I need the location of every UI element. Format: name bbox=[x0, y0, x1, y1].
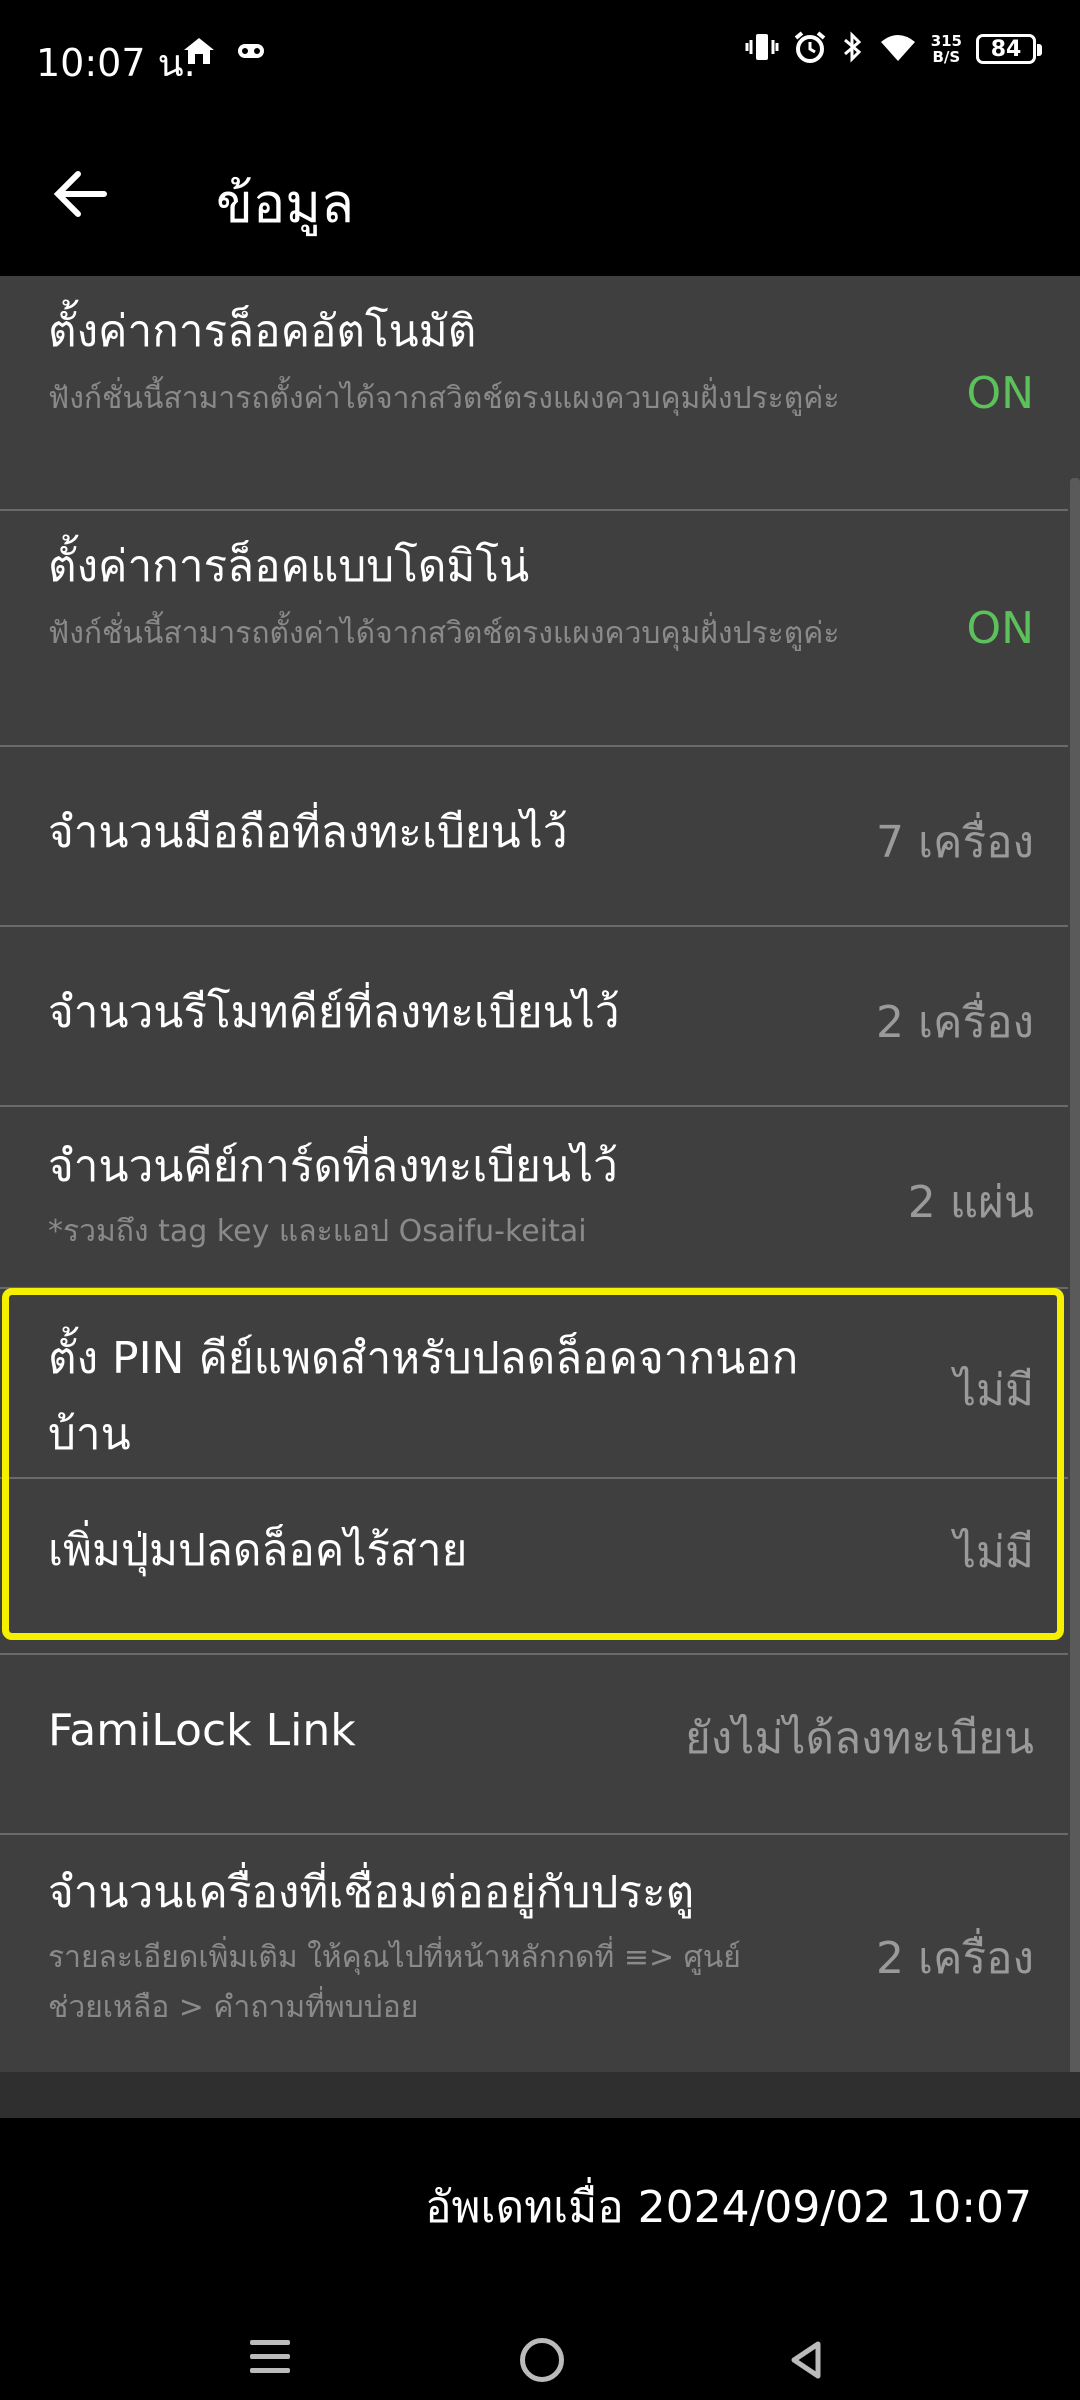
row-title: จำนวนเครื่องที่เชื่อมต่ออยู่กับประตู bbox=[48, 1867, 695, 1918]
row-title: ตั้งค่าการล็อคแบบโดมิโน่ bbox=[48, 541, 530, 592]
nav-back-icon[interactable] bbox=[786, 2340, 826, 2384]
last-updated-text: อัพเดทเมื่อ 2024/09/02 10:07 bbox=[425, 2182, 1032, 2233]
alarm-icon bbox=[793, 30, 827, 68]
battery-level: 84 bbox=[990, 36, 1022, 62]
info-list: ตั้งค่าการล็อคอัตโนมัติ ฟังก์ชั่นนี้สามา… bbox=[0, 276, 1080, 2118]
game-controller-icon bbox=[236, 36, 266, 70]
footer: อัพเดทเมื่อ 2024/09/02 10:07 bbox=[0, 2118, 1080, 2400]
row-title: ตั้งค่าการล็อคอัตโนมัติ bbox=[48, 306, 477, 357]
row-registered-remote-keys[interactable]: จำนวนรีโมทคีย์ที่ลงทะเบียนไว้ 2 เครื่อง bbox=[0, 927, 1068, 1105]
key-cards-count: 2 แผ่น bbox=[907, 1177, 1034, 1228]
row-connected-devices[interactable]: จำนวนเครื่องที่เชื่อมต่ออยู่กับประตู ราย… bbox=[0, 1835, 1068, 2072]
back-arrow-icon[interactable] bbox=[50, 164, 120, 224]
row-title: จำนวนคีย์การ์ดที่ลงทะเบียนไว้ bbox=[48, 1141, 618, 1192]
connected-devices-count: 2 เครื่อง bbox=[876, 1933, 1034, 1984]
row-title: จำนวนรีโมทคีย์ที่ลงทะเบียนไว้ bbox=[48, 987, 620, 1038]
row-description-line-1: รายละเอียดเพิ่มเติม ให้คุณไปที่หน้าหลักก… bbox=[48, 1940, 741, 1975]
scrollbar[interactable] bbox=[1070, 478, 1080, 2118]
row-registered-key-cards[interactable]: จำนวนคีย์การ์ดที่ลงทะเบียนไว้ *รวมถึง ta… bbox=[0, 1107, 1068, 1287]
row-title: FamiLock Link bbox=[48, 1705, 356, 1756]
row-description: *รวมถึง tag key และแอป Osaifu-keitai bbox=[48, 1214, 587, 1249]
bluetooth-icon bbox=[841, 30, 865, 68]
row-description: ฟังก์ชั่นนี้สามารถตั้งค่าได้จากสวิตช์ตรง… bbox=[48, 616, 840, 651]
battery-icon: 84 bbox=[976, 34, 1042, 64]
row-familock-link[interactable]: FamiLock Link ยังไม่ได้ลงทะเบียน bbox=[0, 1655, 1068, 1833]
status-bar: 10:07 น. 315 B/S 84 bbox=[0, 0, 1080, 108]
familock-link-status: ยังไม่ได้ลงทะเบียน bbox=[684, 1713, 1034, 1764]
system-nav-bar bbox=[0, 2300, 1080, 2400]
app-bar: ข้อมูล bbox=[0, 108, 1080, 276]
domino-lock-status: ON bbox=[966, 603, 1034, 654]
recent-apps-icon[interactable] bbox=[250, 2340, 290, 2382]
remote-keys-count: 2 เครื่อง bbox=[876, 997, 1034, 1048]
row-registered-phones[interactable]: จำนวนมือถือที่ลงทะเบียนไว้ 7 เครื่อง bbox=[0, 747, 1068, 925]
home-circle-icon[interactable] bbox=[520, 2338, 564, 2382]
page-title: ข้อมูล bbox=[216, 172, 355, 235]
wifi-icon bbox=[879, 31, 917, 67]
vibrate-icon bbox=[745, 30, 779, 68]
status-time: 10:07 น. bbox=[36, 41, 196, 85]
auto-lock-status: ON bbox=[966, 368, 1034, 419]
network-speed: 315 B/S bbox=[930, 32, 962, 66]
row-description-line-2: ช่วยเหลือ > คำถามที่พบบ่อย bbox=[48, 1990, 419, 2025]
row-description: ฟังก์ชั่นนี้สามารถตั้งค่าได้จากสวิตช์ตรง… bbox=[48, 381, 840, 416]
home-icon bbox=[182, 36, 216, 70]
row-title: จำนวนมือถือที่ลงทะเบียนไว้ bbox=[48, 807, 568, 858]
registered-phones-count: 7 เครื่อง bbox=[876, 817, 1034, 868]
row-domino-lock[interactable]: ตั้งค่าการล็อคแบบโดมิโน่ ฟังก์ชั่นนี้สาม… bbox=[0, 511, 1068, 745]
highlight-box bbox=[2, 1288, 1064, 1640]
row-auto-lock[interactable]: ตั้งค่าการล็อคอัตโนมัติ ฟังก์ชั่นนี้สามา… bbox=[0, 276, 1068, 510]
